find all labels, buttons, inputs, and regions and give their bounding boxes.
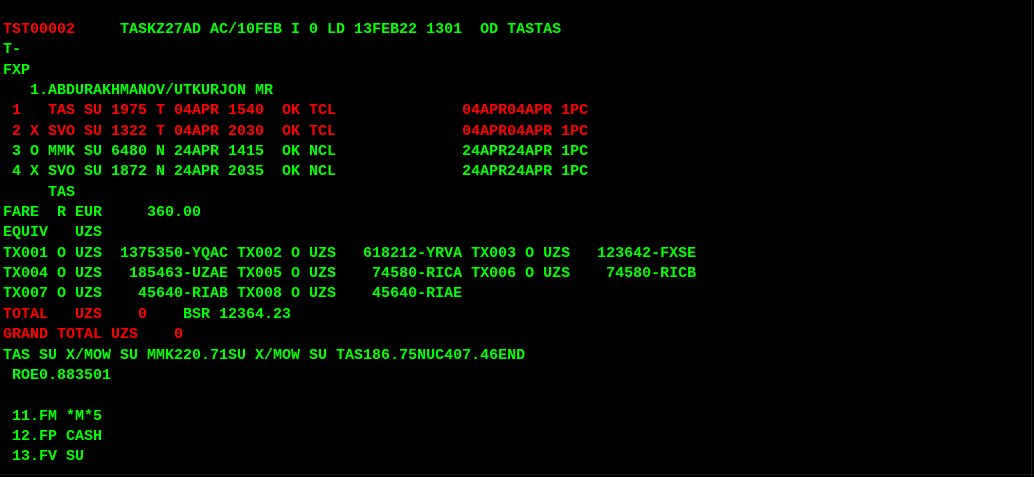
equiv-text: EQUIV UZS	[3, 224, 103, 242]
total-text: TOTAL UZS 0	[3, 305, 148, 323]
roe-line: ROE0.883501	[3, 366, 1027, 386]
element-line-fm: 11.FM *M*5	[3, 407, 1027, 427]
element-text-fp: 12.FP CASH	[3, 427, 103, 445]
passenger-name: 1.ABDURAKHMANOV/UTKURJON MR	[3, 82, 274, 100]
passenger-line: 1.ABDURAKHMANOV/UTKURJON MR	[3, 81, 1027, 101]
destination-line: TAS	[3, 183, 1027, 203]
element-line-fv: 13.FV SU	[3, 447, 1027, 467]
pnr-header-line: TST00002 TASKZ27AD AC/10FEB I 0 LD 13FEB…	[3, 20, 1027, 40]
segment-line-1: 1 TAS SU 1975 T 04APR 1540 OK TCL 04APR0…	[3, 101, 1027, 121]
segment-text-3: 3 O MMK SU 6480 N 24APR 1415 OK NCL 24AP…	[3, 143, 589, 161]
command-text: FXP	[3, 61, 31, 79]
terminal-screen[interactable]: TST00002 TASKZ27AD AC/10FEB I 0 LD 13FEB…	[3, 20, 1027, 470]
bsr-text: BSR 12364.23	[147, 305, 292, 323]
tax-line-3: TX007 O UZS 45640-RIAB TX008 O UZS 45640…	[3, 284, 1027, 304]
segment-line-3: 3 O MMK SU 6480 N 24APR 1415 OK NCL 24AP…	[3, 142, 1027, 162]
segment-line-4: 4 X SVO SU 1872 N 24APR 2035 OK NCL 24AP…	[3, 162, 1027, 182]
tax-line-2: TX004 O UZS 185463-UZAE TX005 O UZS 7458…	[3, 264, 1027, 284]
ticketing-line: T-	[3, 40, 1027, 60]
total-line: TOTAL UZS 0 BSR 12364.23	[3, 305, 1027, 325]
ticketing-text: T-	[3, 41, 22, 59]
destination-text: TAS	[3, 183, 76, 201]
window-right-edge	[1031, 0, 1032, 477]
segment-text-2: 2 X SVO SU 1322 T 04APR 2030 OK TCL 04AP…	[3, 122, 589, 140]
fare-calc-text: TAS SU X/MOW SU MMK220.71SU X/MOW SU TAS…	[3, 346, 526, 364]
tax-text-2: TX004 O UZS 185463-UZAE TX005 O UZS 7458…	[3, 265, 697, 283]
segment-text-4: 4 X SVO SU 1872 N 24APR 2035 OK NCL 24AP…	[3, 163, 589, 181]
record-locator: TST00002	[3, 21, 76, 38]
tax-text-1: TX001 O UZS 1375350-YQAC TX002 O UZS 618…	[3, 244, 697, 262]
grand-total-text: GRAND TOTAL UZS 0	[3, 326, 184, 344]
element-line-fp: 12.FP CASH	[3, 427, 1027, 447]
roe-text: ROE0.883501	[3, 366, 112, 384]
segment-line-2: 2 X SVO SU 1322 T 04APR 2030 OK TCL 04AP…	[3, 122, 1027, 142]
command-line: FXP	[3, 61, 1027, 81]
element-text-fm: 11.FM *M*5	[3, 407, 103, 425]
fare-line: FARE R EUR 360.00	[3, 203, 1027, 223]
grand-total-line: GRAND TOTAL UZS 0	[3, 325, 1027, 345]
tax-line-1: TX001 O UZS 1375350-YQAC TX002 O UZS 618…	[3, 244, 1027, 264]
header-detail: TASKZ27AD AC/10FEB I 0 LD 13FEB22 1301 O…	[75, 21, 562, 38]
fare-calc-line: TAS SU X/MOW SU MMK220.71SU X/MOW SU TAS…	[3, 346, 1027, 366]
tax-text-3: TX007 O UZS 45640-RIAB TX008 O UZS 45640…	[3, 285, 463, 303]
segment-text-1: 1 TAS SU 1975 T 04APR 1540 OK TCL 04APR0…	[3, 102, 589, 120]
fare-text: FARE R EUR 360.00	[3, 204, 202, 222]
window-bottom-edge	[0, 474, 1034, 475]
equiv-line: EQUIV UZS	[3, 223, 1027, 243]
element-text-fv: 13.FV SU	[3, 448, 85, 466]
